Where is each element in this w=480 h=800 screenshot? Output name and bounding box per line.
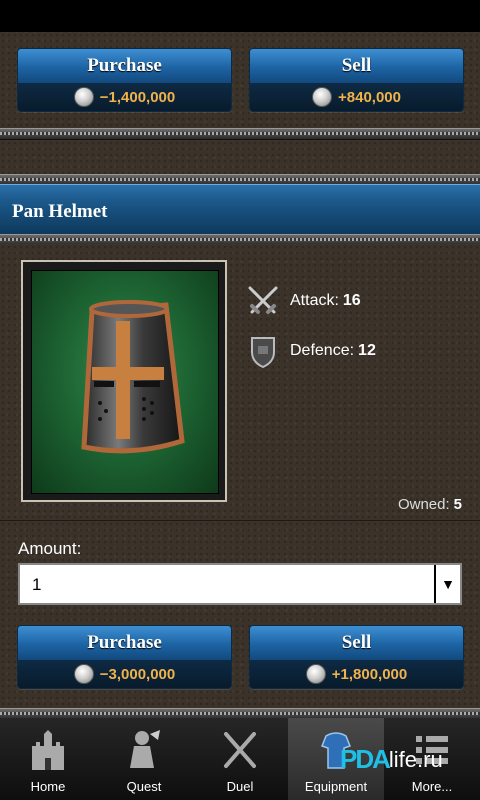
item-name: Pan Helmet	[12, 201, 108, 222]
amount-section: Amount: 1 ▼ Purchase −3,000,000 Sell +1,…	[0, 520, 480, 709]
tab-duel[interactable]: Duel	[192, 718, 288, 800]
silver-coin-icon	[73, 87, 94, 107]
status-bar	[0, 0, 480, 32]
sell-label: Sell	[250, 49, 463, 83]
watermark: PDA life.ru	[340, 744, 443, 775]
defence-value: 12	[358, 342, 376, 359]
sell-label: Sell	[250, 626, 463, 660]
item-image-frame	[21, 260, 227, 502]
owned-value: 5	[453, 496, 462, 513]
dropdown-arrow-icon[interactable]: ▼	[434, 565, 460, 603]
amount-label: Amount:	[18, 539, 82, 558]
silver-coin-icon	[312, 87, 332, 107]
sell-button-top[interactable]: Sell +840,000	[249, 48, 464, 112]
tab-home[interactable]: Home	[0, 718, 96, 800]
purchase-button-top[interactable]: Purchase −1,400,000	[17, 48, 232, 112]
attack-label: Attack:	[290, 292, 339, 309]
purchase-label: Purchase	[18, 626, 231, 660]
sell-price-value: +1,800,000	[331, 665, 408, 683]
knight-icon	[130, 730, 160, 768]
amount-selected-value: 1	[32, 575, 42, 594]
owned-label: Owned:	[397, 496, 450, 513]
purchase-price: −1,400,000	[18, 83, 231, 111]
silver-coin-icon	[305, 664, 326, 684]
item-title-bar: Pan Helmet	[0, 184, 480, 237]
amount-select[interactable]: 1 ▼	[18, 563, 462, 605]
owned-count: Owned: 5	[398, 496, 462, 513]
purchase-label: Purchase	[18, 49, 231, 83]
tab-home-label: Home	[30, 779, 66, 794]
silver-coin-icon	[73, 664, 94, 684]
purchase-price-value: −3,000,000	[99, 665, 176, 683]
chain-divider	[0, 128, 480, 140]
purchase-button[interactable]: Purchase −3,000,000	[17, 625, 232, 689]
sell-price: +1,800,000	[250, 660, 463, 688]
defence-label: Defence:	[290, 342, 355, 359]
attack-value: 16	[342, 292, 361, 309]
sell-price-value: +840,000	[338, 88, 401, 106]
tab-more-label: More...	[411, 779, 453, 794]
sell-price: +840,000	[250, 83, 463, 111]
purchase-price: −3,000,000	[18, 660, 231, 688]
crossed-swords-icon	[248, 286, 278, 314]
watermark-text: life.ru	[388, 746, 443, 772]
attack-stat: Attack: 16	[244, 282, 361, 320]
watermark-logo: PDA	[340, 744, 391, 774]
shield-icon	[251, 337, 275, 369]
castle-icon	[32, 730, 64, 770]
tab-quest[interactable]: Quest	[96, 718, 192, 800]
top-trade-section: Purchase −1,400,000 Sell +840,000	[0, 32, 480, 128]
defence-stat: Defence: 12	[244, 332, 376, 370]
purchase-price-value: −1,400,000	[99, 88, 176, 106]
crossed-swords-icon	[224, 732, 256, 768]
sell-button[interactable]: Sell +1,800,000	[249, 625, 464, 689]
helmet-icon	[31, 270, 219, 494]
tab-equipment-label: Equipment	[304, 779, 368, 794]
item-detail: Attack: 16 Defence: 12 Owned: 5	[0, 244, 480, 520]
tab-duel-label: Duel	[226, 779, 254, 794]
tab-quest-label: Quest	[126, 779, 162, 794]
